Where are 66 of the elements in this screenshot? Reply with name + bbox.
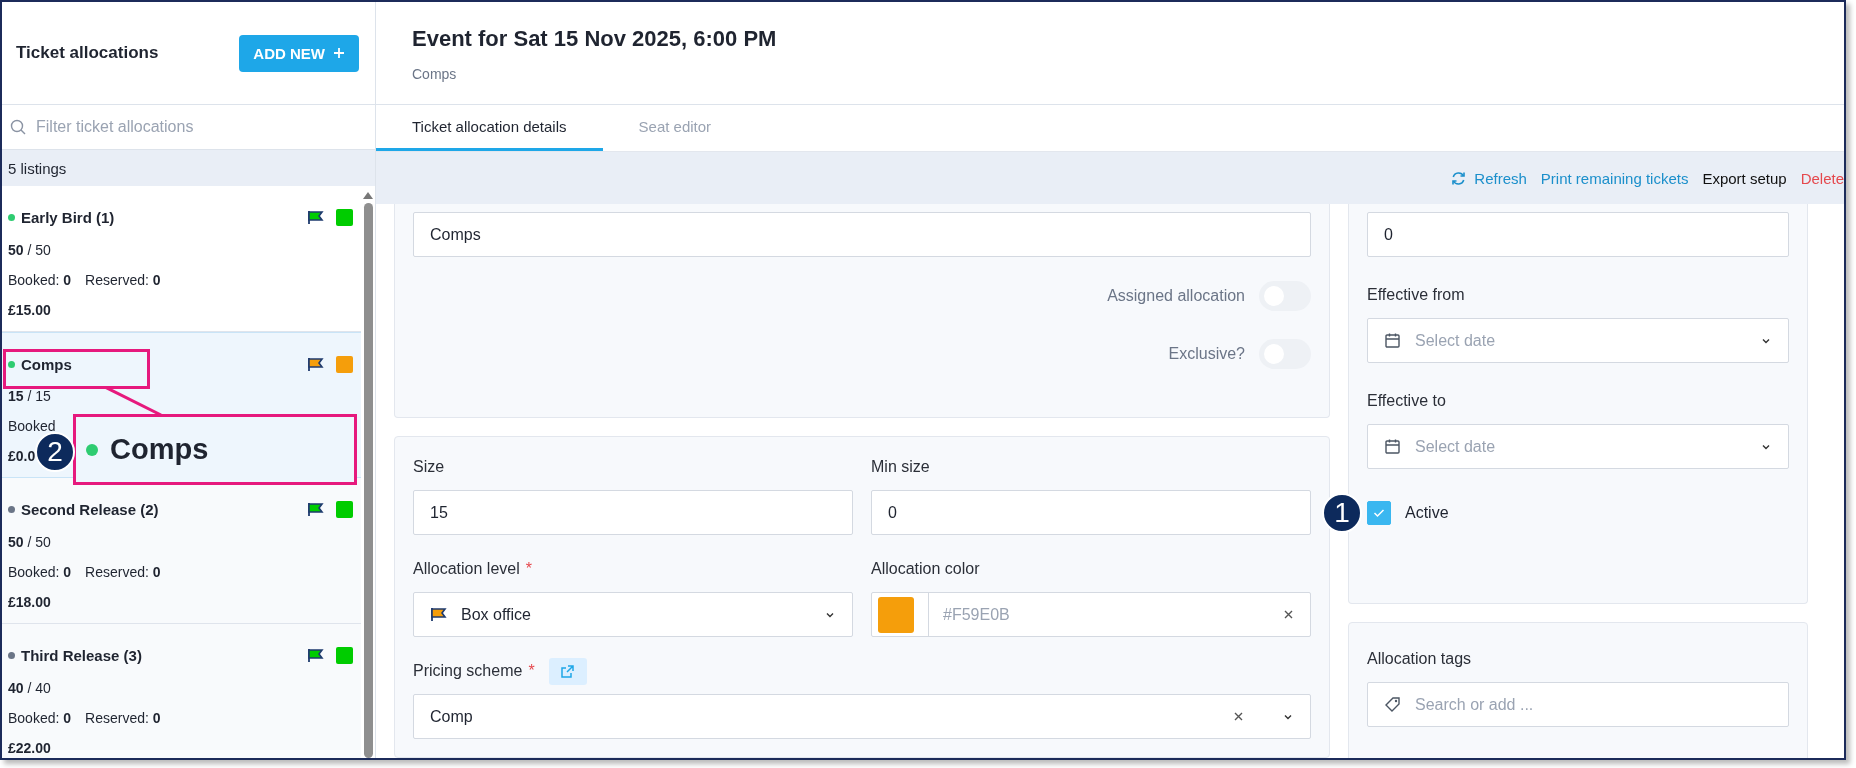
price-text: £15.00 bbox=[8, 302, 51, 318]
sidebar-title: Ticket allocations bbox=[16, 43, 159, 63]
plus-icon bbox=[333, 47, 345, 59]
calendar-icon bbox=[1384, 332, 1401, 349]
allocation-list-item[interactable]: Early Bird (1) 50 / 50 Booked: 0 Reserved: 0 £15.00 bbox=[2, 186, 361, 332]
field-label: Allocation tags bbox=[1367, 650, 1472, 668]
flag-icon bbox=[430, 607, 447, 622]
calendar-icon bbox=[1384, 438, 1401, 455]
field-label: Effective from bbox=[1367, 286, 1465, 304]
size-field[interactable]: 15 bbox=[413, 490, 853, 535]
booked-count: Booked bbox=[8, 418, 56, 434]
event-title: Event for Sat 15 Nov 2025, 6:00 PM bbox=[412, 26, 778, 52]
field-label: Allocation level bbox=[413, 560, 520, 578]
listing-count: 5 listings bbox=[2, 150, 375, 186]
reserved-count: Reserved: 0 bbox=[85, 710, 161, 726]
export-button[interactable]: Export setup bbox=[1702, 169, 1787, 187]
allocation-level-select[interactable]: Box office bbox=[413, 592, 853, 637]
search-icon bbox=[10, 119, 26, 135]
close-icon[interactable] bbox=[1233, 711, 1244, 722]
flag-icon bbox=[307, 502, 324, 517]
reserved-count: Reserved: 0 bbox=[85, 272, 161, 288]
allocation-name: Third Release (3) bbox=[21, 647, 143, 664]
field-label: Effective to bbox=[1367, 392, 1446, 410]
price-text: £0.0 bbox=[8, 448, 36, 464]
refresh-icon bbox=[1451, 170, 1467, 186]
booked-count: Booked: 0 bbox=[8, 272, 72, 288]
capacity-text: 50 / 50 bbox=[8, 242, 51, 258]
capacity-text: 15 / 15 bbox=[8, 388, 51, 404]
allocation-name: Comps bbox=[21, 355, 73, 373]
toggle-label: Exclusive? bbox=[1168, 345, 1245, 363]
flag-icon bbox=[307, 356, 324, 372]
allocation-name: Early Bird (1) bbox=[21, 209, 116, 226]
allocation-list-item[interactable]: Second Release (2) 50 / 50 Booked: 0 Reserved: 0 £18.00 bbox=[2, 478, 361, 624]
price-text: £22.00 bbox=[8, 740, 51, 756]
required-mark: * bbox=[528, 662, 535, 680]
required-mark: * bbox=[525, 560, 532, 578]
status-dot bbox=[86, 443, 98, 456]
checkbox-label: Active bbox=[1405, 504, 1449, 522]
capacity-text: 50 / 50 bbox=[8, 534, 51, 550]
name-field[interactable]: Comps bbox=[413, 212, 1311, 257]
external-link-icon[interactable] bbox=[548, 657, 587, 685]
allocation-list-item[interactable]: Third Release (3) 40 / 40 Booked: 0 Reserved: 0 £22.00 bbox=[2, 624, 361, 758]
scroll-up-icon[interactable] bbox=[363, 192, 373, 199]
scrollbar-thumb[interactable] bbox=[363, 203, 373, 758]
close-icon[interactable] bbox=[1283, 609, 1294, 620]
booked-count: Booked: 0 bbox=[8, 564, 72, 580]
color-swatch[interactable] bbox=[878, 596, 914, 633]
reserved-count: Reserved: 0 bbox=[85, 564, 161, 580]
min-size-field[interactable]: 0 bbox=[871, 490, 1311, 535]
number-field[interactable]: 0 bbox=[1367, 212, 1789, 257]
booked-count: Booked: 0 bbox=[8, 710, 72, 726]
tag-icon bbox=[1384, 696, 1401, 713]
pricing-scheme-select[interactable]: Comp bbox=[413, 694, 1311, 739]
flag-icon bbox=[307, 210, 324, 225]
active-checkbox[interactable] bbox=[1367, 501, 1391, 525]
field-label: Size bbox=[413, 458, 445, 476]
price-text: £18.00 bbox=[8, 594, 51, 610]
toggle-label: Assigned allocation bbox=[1107, 287, 1245, 305]
capacity-text: 40 / 40 bbox=[8, 680, 51, 696]
field-label: Min size bbox=[871, 458, 930, 476]
magnified-label: Comps bbox=[110, 433, 209, 466]
field-label: Pricing scheme bbox=[413, 662, 523, 680]
field-label: Allocation color bbox=[871, 560, 980, 578]
event-subtitle: Comps bbox=[412, 66, 458, 82]
flag-icon bbox=[307, 648, 324, 663]
allocation-name: Second Release (2) bbox=[21, 501, 160, 518]
